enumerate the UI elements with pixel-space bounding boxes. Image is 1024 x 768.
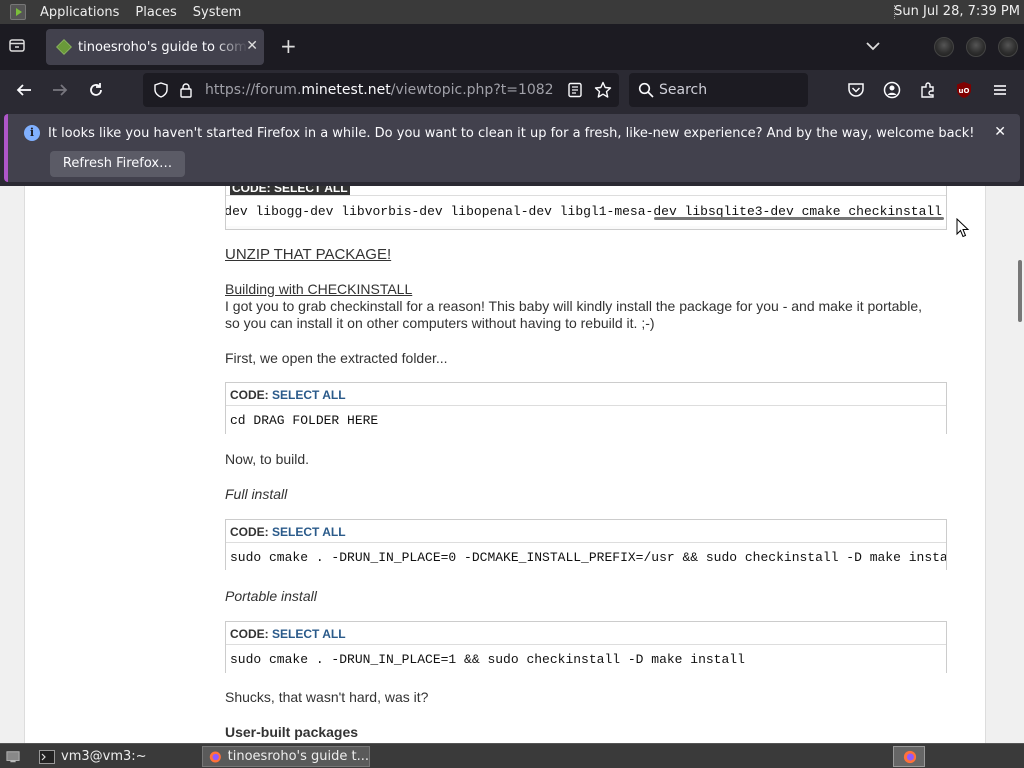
mouse-pointer-icon <box>956 218 970 238</box>
code-block-full-install: CODE: SELECT ALL sudo cmake . -DRUN_IN_P… <box>225 519 947 572</box>
svg-text:uO: uO <box>959 87 970 95</box>
scrollbar-thumb[interactable] <box>1018 260 1022 322</box>
forward-arrow-icon <box>53 84 68 96</box>
pocket-button[interactable] <box>844 78 868 102</box>
code-select-all-highlighted[interactable]: CODE: SELECT ALL <box>230 186 350 195</box>
back-button[interactable] <box>12 78 36 102</box>
user-built-heading: User-built packages <box>225 724 359 740</box>
minetest-favicon-icon <box>56 39 72 55</box>
refresh-firefox-button[interactable]: Refresh Firefox… <box>50 151 185 177</box>
portable-install-label: Portable install <box>225 588 317 604</box>
code-block-dependencies: CODE: SELECT ALL -dev libogg-dev libvorb… <box>225 186 947 230</box>
unzip-heading: UNZIP THAT PACKAGE! <box>225 246 392 263</box>
refresh-firefox-notification: i It looks like you haven't started Fire… <box>4 114 1020 182</box>
bookmark-star-icon[interactable] <box>594 81 612 99</box>
reload-button[interactable] <box>84 78 108 102</box>
app-menu-icon[interactable] <box>10 4 26 20</box>
url-bar[interactable]: https://forum.minetest.net/viewtopic.php… <box>143 73 619 107</box>
tab-close-icon[interactable]: ✕ <box>246 38 258 54</box>
paragraph-text: Shucks, that wasn't hard, was it? <box>225 689 429 705</box>
code-text: sudo cmake . -DRUN_IN_PLACE=1 && sudo ch… <box>226 645 946 674</box>
url-host: minetest.net <box>301 82 391 98</box>
page-scrollbar[interactable] <box>1016 186 1024 743</box>
search-placeholder: Search <box>659 82 708 98</box>
taskbar-firefox-label: tinoesroho's guide t... <box>227 749 369 764</box>
desktop-icon <box>6 750 20 762</box>
search-box[interactable]: Search <box>629 73 808 107</box>
paragraph-text: Now, to build. <box>225 451 310 467</box>
firefox-workspace-icon <box>903 750 917 763</box>
system-menu[interactable]: System <box>185 5 249 20</box>
maximize-icon[interactable] <box>966 37 986 57</box>
top-panel: Applications Places System Sun Jul 28, 7… <box>0 0 1024 24</box>
code-text: -dev libogg-dev libvorbis-dev libopenal-… <box>226 196 946 226</box>
notification-message: It looks like you haven't started Firefo… <box>48 126 975 141</box>
terminal-icon <box>39 749 55 764</box>
code-horizontal-scrollbar[interactable] <box>654 217 944 220</box>
search-icon <box>638 82 654 98</box>
panel-clock[interactable]: Sun Jul 28, 7:39 PM <box>894 4 1020 19</box>
code-block-header: CODE: SELECT ALL <box>226 383 946 406</box>
url-prefix: https://forum. <box>205 82 302 98</box>
select-all-link[interactable]: SELECT ALL <box>272 627 346 641</box>
page-content: CODE: SELECT ALL -dev libogg-dev libvorb… <box>0 186 1024 743</box>
firefox-view-button[interactable] <box>8 36 30 58</box>
account-button[interactable] <box>880 78 904 102</box>
puzzle-piece-icon <box>921 82 934 98</box>
full-install-label: Full install <box>225 486 288 502</box>
url-text[interactable]: https://forum.minetest.net/viewtopic.php… <box>205 82 554 98</box>
code-block-portable-install: CODE: SELECT ALL sudo cmake . -DRUN_IN_P… <box>225 621 947 674</box>
workspace-switcher[interactable] <box>893 746 925 767</box>
paragraph-line: so you can install it on other computers… <box>225 315 655 331</box>
ublock-origin-button[interactable]: uO <box>952 78 976 102</box>
notification-close-icon[interactable]: ✕ <box>994 124 1006 140</box>
active-tab[interactable]: tinoesroho's guide to compiling ✕ <box>46 29 264 65</box>
tab-list-icon <box>9 39 25 52</box>
paragraph-text: First, we open the extracted folder... <box>225 350 448 366</box>
info-icon: i <box>24 125 40 141</box>
firefox-icon <box>209 750 221 763</box>
taskbar-firefox[interactable]: tinoesroho's guide t... <box>202 746 370 767</box>
places-menu[interactable]: Places <box>127 5 184 20</box>
back-arrow-icon <box>16 84 31 96</box>
taskbar-terminal[interactable]: vm3@vm3:~ <box>33 746 197 767</box>
hamburger-menu-icon <box>994 85 1006 95</box>
tab-title: tinoesroho's guide to compiling <box>78 39 248 55</box>
minimize-icon[interactable] <box>934 37 954 57</box>
select-all-link[interactable]: SELECT ALL <box>272 525 346 539</box>
close-window-icon[interactable] <box>998 37 1018 57</box>
tab-bar: tinoesroho's guide to compiling ✕ + <box>0 24 1024 70</box>
list-all-tabs-icon[interactable] <box>865 38 881 54</box>
url-path: /viewtopic.php?t=1082 <box>390 82 554 98</box>
paragraph-line: I got you to grab checkinstall for a rea… <box>225 298 922 314</box>
taskbar-terminal-label: vm3@vm3:~ <box>61 749 147 764</box>
code-text: sudo cmake . -DRUN_IN_PLACE=0 -DCMAKE_IN… <box>226 543 946 572</box>
code-text: cd DRAG FOLDER HERE <box>226 406 946 435</box>
checkinstall-heading: Building with CHECKINSTALL <box>225 281 413 297</box>
forward-button[interactable] <box>48 78 72 102</box>
app-menu-button[interactable] <box>988 78 1012 102</box>
code-block-header: CODE: SELECT ALL <box>226 520 946 543</box>
extensions-button[interactable] <box>916 78 940 102</box>
reader-view-icon[interactable] <box>567 82 583 98</box>
tracking-protection-shield-icon[interactable] <box>153 82 169 98</box>
bottom-taskbar: vm3@vm3:~ tinoesroho's guide t... <box>0 743 1024 768</box>
code-block-header: CODE: SELECT ALL <box>226 622 946 645</box>
applications-menu[interactable]: Applications <box>32 5 127 20</box>
ublock-origin-icon: uO <box>957 82 971 98</box>
new-tab-button[interactable]: + <box>280 36 297 56</box>
code-block-cd: CODE: SELECT ALL cd DRAG FOLDER HERE <box>225 382 947 435</box>
account-icon <box>883 81 901 99</box>
pocket-icon <box>848 83 864 97</box>
navigation-toolbar: https://forum.minetest.net/viewtopic.php… <box>0 70 1024 110</box>
code-block-header: CODE: SELECT ALL <box>226 186 946 196</box>
show-desktop-button[interactable] <box>0 746 26 767</box>
select-all-link[interactable]: SELECT ALL <box>272 388 346 402</box>
reload-icon <box>90 83 102 96</box>
padlock-icon[interactable] <box>179 82 193 98</box>
